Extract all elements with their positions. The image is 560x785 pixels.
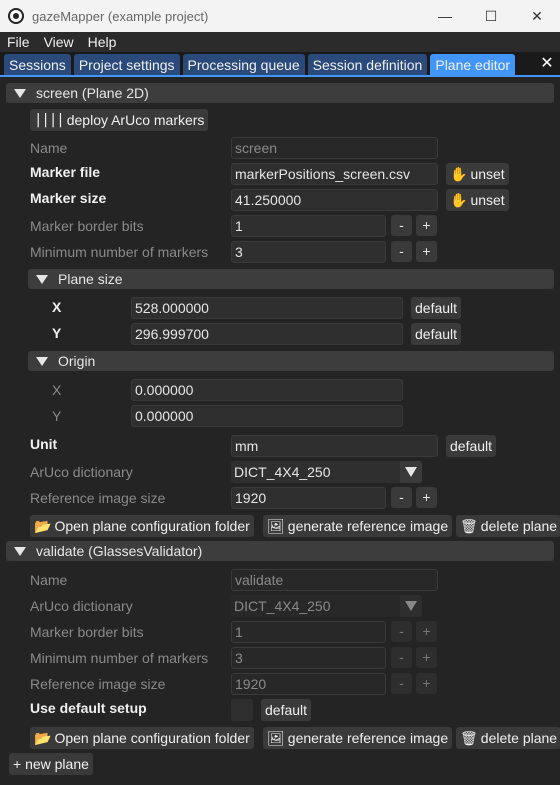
- minimize-button[interactable]: —: [422, 0, 468, 32]
- use-default-setup-checkbox[interactable]: [231, 699, 253, 721]
- plane-header-label: screen (Plane 2D): [36, 85, 149, 101]
- window-title: gazeMapper (example project): [32, 8, 209, 24]
- dropdown-arrow-icon: [400, 595, 422, 617]
- title-bar: gazeMapper (example project) — ☐ ✕: [0, 0, 560, 32]
- folder-icon: 📂: [34, 729, 52, 746]
- name-input: screen: [231, 137, 438, 159]
- ref-image-size-increment[interactable]: +: [416, 487, 437, 508]
- plane-size-header[interactable]: Plane size: [28, 269, 554, 289]
- marker-border-bits-label: Marker border bits: [30, 218, 144, 234]
- use-default-setup-default-button[interactable]: default: [261, 699, 312, 721]
- tab-sessions[interactable]: Sessions: [4, 54, 71, 76]
- min-markers-increment: +: [416, 647, 437, 668]
- deploy-aruco-markers-button[interactable]: |||| deploy ArUco markers: [30, 109, 209, 131]
- menu-help[interactable]: Help: [81, 32, 124, 52]
- origin-header[interactable]: Origin: [28, 351, 554, 371]
- plane-size-y-label: Y: [52, 325, 62, 341]
- origin-y-input[interactable]: 0.000000: [131, 405, 403, 427]
- unit-input[interactable]: mm: [231, 435, 438, 457]
- generate-reference-image-button[interactable]: 🖼 generate reference image: [263, 515, 453, 537]
- eraser-icon: ✋: [450, 191, 468, 208]
- unit-default-button[interactable]: default: [446, 435, 497, 457]
- image-icon: 🖼: [267, 729, 285, 746]
- unit-label: Unit: [30, 436, 58, 452]
- name-label: Name: [30, 140, 68, 156]
- ref-image-size-input[interactable]: 1920: [231, 487, 386, 509]
- marker-file-label: Marker file: [30, 164, 101, 180]
- min-markers-increment[interactable]: +: [416, 241, 437, 262]
- min-markers-decrement: -: [391, 647, 412, 668]
- min-markers-input: 3: [231, 647, 386, 669]
- use-default-setup-label: Use default setup: [30, 700, 147, 716]
- trash-icon: 🗑: [460, 729, 478, 746]
- origin-x-label: X: [52, 382, 62, 398]
- ref-image-size-decrement: -: [391, 673, 412, 694]
- marker-file-unset-button[interactable]: ✋ unset: [446, 163, 509, 185]
- min-markers-label: Minimum number of markers: [30, 650, 209, 666]
- open-plane-folder-button[interactable]: 📂 Open plane configuration folder: [30, 727, 254, 749]
- marker-size-input[interactable]: 41.250000: [231, 189, 438, 211]
- barcode-icon: ||||: [34, 112, 65, 128]
- aruco-dictionary-select: DICT_4X4_250: [231, 595, 422, 617]
- marker-file-input[interactable]: markerPositions_screen.csv: [231, 163, 438, 185]
- collapse-triangle-icon: [14, 546, 26, 556]
- marker-border-bits-input[interactable]: 1: [231, 215, 386, 237]
- marker-border-bits-increment: +: [416, 621, 437, 642]
- ref-image-size-label: Reference image size: [30, 676, 166, 692]
- folder-icon: 📂: [34, 517, 52, 534]
- plane-size-x-default-button[interactable]: default: [411, 297, 462, 319]
- aruco-dictionary-select[interactable]: DICT_4X4_250: [231, 461, 422, 483]
- tab-bar: Sessions Project settings Processing que…: [0, 52, 560, 76]
- plane-header-screen[interactable]: screen (Plane 2D): [6, 83, 554, 103]
- tab-plane-editor[interactable]: Plane editor: [430, 54, 516, 76]
- menu-file[interactable]: File: [0, 32, 37, 52]
- plane-size-x-label: X: [52, 299, 62, 315]
- ref-image-size-input: 1920: [231, 673, 386, 695]
- aruco-dictionary-label: ArUco dictionary: [30, 598, 133, 614]
- min-markers-input[interactable]: 3: [231, 241, 386, 263]
- tab-project-settings[interactable]: Project settings: [73, 54, 180, 76]
- ref-image-size-decrement[interactable]: -: [391, 487, 412, 508]
- marker-size-label: Marker size: [30, 190, 107, 206]
- maximize-button[interactable]: ☐: [468, 0, 514, 32]
- collapse-triangle-icon: [14, 88, 26, 98]
- marker-border-bits-increment[interactable]: +: [416, 215, 437, 236]
- aruco-dictionary-label: ArUco dictionary: [30, 464, 133, 480]
- close-window-button[interactable]: ✕: [514, 0, 560, 32]
- tab-processing-queue[interactable]: Processing queue: [182, 54, 305, 76]
- app-logo-icon: [8, 8, 24, 24]
- marker-border-bits-decrement: -: [391, 621, 412, 642]
- marker-border-bits-decrement[interactable]: -: [391, 215, 412, 236]
- eraser-icon: ✋: [450, 165, 468, 182]
- menu-view[interactable]: View: [37, 32, 81, 52]
- image-icon: 🖼: [267, 517, 285, 534]
- plane-header-validate[interactable]: validate (GlassesValidator): [6, 541, 554, 561]
- min-markers-decrement[interactable]: -: [391, 241, 412, 262]
- new-plane-button[interactable]: + new plane: [9, 753, 93, 775]
- marker-border-bits-label: Marker border bits: [30, 624, 144, 640]
- generate-reference-image-button[interactable]: 🖼 generate reference image: [263, 727, 453, 749]
- min-markers-label: Minimum number of markers: [30, 244, 209, 260]
- collapse-triangle-icon: [36, 274, 48, 284]
- ref-image-size-increment: +: [416, 673, 437, 694]
- tab-session-definition[interactable]: Session definition: [307, 54, 428, 76]
- plane-size-y-default-button[interactable]: default: [411, 323, 462, 345]
- trash-icon: 🗑: [460, 517, 478, 534]
- ref-image-size-label: Reference image size: [30, 490, 166, 506]
- menu-bar: File View Help: [0, 32, 560, 52]
- marker-size-unset-button[interactable]: ✋ unset: [446, 189, 509, 211]
- close-tab-icon[interactable]: ✕: [536, 54, 558, 74]
- plane-size-x-input[interactable]: 528.000000: [131, 297, 403, 319]
- dropdown-arrow-icon: [400, 461, 422, 483]
- plane-size-y-input[interactable]: 296.999700: [131, 323, 403, 345]
- name-input: validate: [231, 569, 438, 591]
- delete-plane-button[interactable]: 🗑 delete plane: [456, 727, 560, 749]
- marker-border-bits-input: 1: [231, 621, 386, 643]
- collapse-triangle-icon: [36, 356, 48, 366]
- origin-y-label: Y: [52, 408, 62, 424]
- name-label: Name: [30, 572, 68, 588]
- delete-plane-button[interactable]: 🗑 delete plane: [456, 515, 560, 537]
- open-plane-folder-button[interactable]: 📂 Open plane configuration folder: [30, 515, 254, 537]
- origin-x-input[interactable]: 0.000000: [131, 379, 403, 401]
